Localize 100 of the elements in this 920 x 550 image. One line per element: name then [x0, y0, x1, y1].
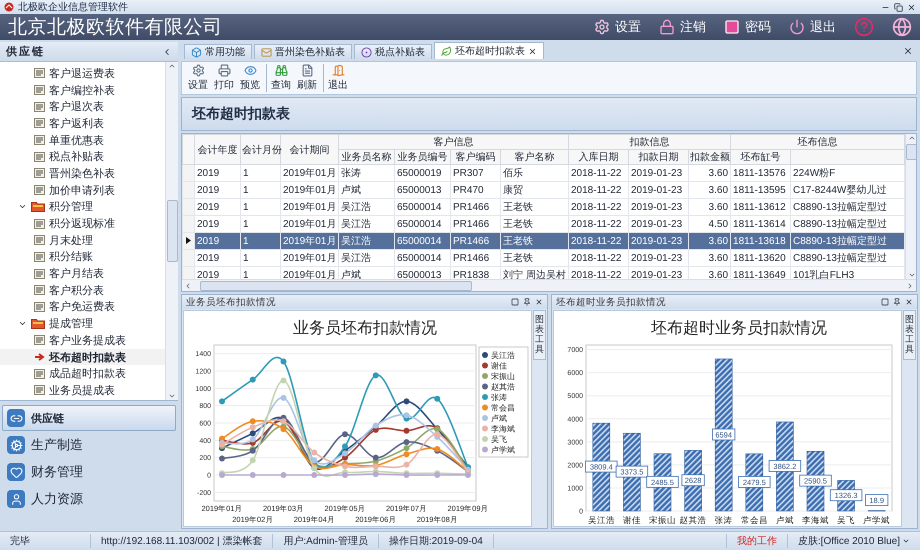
close-icon[interactable] [903, 46, 913, 56]
toolbar-button[interactable]: 设置 [186, 64, 210, 92]
column-header[interactable]: 扣款金额 [688, 150, 731, 164]
tree-item[interactable]: 客户业务提成表 [0, 332, 165, 349]
tree-item[interactable]: 加价申请列表 [0, 182, 165, 198]
close-icon[interactable] [528, 46, 537, 56]
table-cell: 吴江浩 [338, 250, 394, 266]
tree-item[interactable]: 积分返现标准 [0, 215, 165, 232]
data-point [219, 398, 225, 404]
tree-item[interactable]: 晋州染色补表 [0, 165, 165, 182]
data-point [342, 431, 348, 438]
data-point [250, 457, 256, 464]
document-icon [34, 252, 45, 262]
scrollbar[interactable] [165, 62, 178, 400]
tree-item[interactable]: 提成管理 [0, 315, 165, 332]
tab[interactable]: 晋州染色补贴表 [254, 44, 352, 59]
tree-item[interactable]: 月末处理 [0, 232, 165, 249]
row-header[interactable] [182, 232, 194, 250]
tree-item[interactable]: 税点补贴表 [0, 148, 165, 166]
column-header[interactable]: 客户编码 [450, 150, 500, 164]
table-cell: PR307 [450, 164, 500, 182]
column-header[interactable]: 坯布缸号 [730, 150, 791, 164]
logo-icon [4, 2, 14, 12]
door-icon [332, 64, 344, 77]
column-header[interactable]: 会计期间 [280, 134, 338, 164]
table-cell: 2018-11-22 [568, 250, 628, 266]
legend-label: 卢学斌 [491, 446, 515, 454]
nav-button[interactable]: 人力资源 [2, 486, 176, 512]
status-text: http://192.168.11.103/002 | 漂染帐套 [91, 534, 274, 548]
chart-title: 业务员坯布扣款情况 [293, 320, 437, 337]
column-group-header: 坯布信息 [730, 134, 905, 150]
header-button[interactable]: 退出 [771, 18, 836, 36]
restore-icon[interactable] [894, 2, 903, 12]
toolbar-button[interactable]: 刷新 [295, 64, 319, 92]
skin-dropdown[interactable]: 皮肤:[Office 2010 Blue] [786, 534, 920, 548]
table-cell: 2019 [194, 232, 240, 250]
status-link[interactable]: 我的工作 [726, 534, 787, 548]
nav-button[interactable]: 财务管理 [2, 459, 176, 485]
tree-item[interactable]: 客户退运费表 [0, 65, 165, 82]
data-point [404, 462, 410, 468]
tree-item[interactable]: 积分结账 [0, 248, 165, 266]
column-header[interactable]: 业务员名称 [338, 150, 394, 164]
nav-button[interactable]: 供应链 [2, 405, 176, 431]
legend-label: 常会昌 [491, 404, 515, 412]
document-icon [34, 102, 45, 112]
side-tab[interactable]: 图表工具 [903, 310, 916, 360]
tab[interactable]: 常用功能 [184, 44, 252, 59]
column-group-header: 扣款信息 [568, 134, 731, 150]
toolbar-button[interactable]: 查询 [269, 64, 293, 92]
tree-item[interactable]: 客户积分表 [0, 282, 165, 299]
close-icon[interactable] [535, 298, 543, 306]
maximize-icon[interactable] [881, 298, 889, 306]
scrollbar[interactable] [905, 134, 916, 279]
column-header[interactable]: 会计年度 [194, 134, 240, 164]
tab[interactable]: 坯布超时扣款表 [434, 42, 544, 59]
tree-item[interactable]: 坯布超时扣款表 [0, 348, 165, 366]
header-button[interactable]: 注销 [641, 18, 706, 36]
scroll-thumb[interactable] [166, 200, 178, 262]
data-point [404, 398, 410, 404]
tree-item[interactable]: 业务员提成表 [0, 382, 165, 399]
toolbar-button[interactable]: 退出 [326, 64, 350, 92]
tree-item[interactable]: 积分管理 [0, 198, 165, 216]
column-header[interactable]: 扣款日期 [628, 150, 688, 164]
nav-button[interactable]: 生产制造 [2, 432, 176, 458]
tree-item[interactable]: 客户编控补表 [0, 82, 165, 98]
data-point [280, 378, 286, 384]
square-icon [724, 19, 740, 35]
tree-item[interactable]: 单重优惠表 [0, 132, 165, 148]
tree-item[interactable]: 客户月结表 [0, 265, 165, 282]
pin-icon[interactable] [523, 298, 531, 306]
tree-item[interactable]: 客户免运费表 [0, 298, 165, 316]
toolbar-button[interactable]: 打印 [212, 64, 236, 92]
header-button[interactable]: 密码 [706, 18, 771, 36]
column-header[interactable]: 客户名称 [500, 150, 568, 164]
tree-item[interactable]: 客户退次表 [0, 98, 165, 116]
maximize-icon[interactable] [511, 298, 519, 306]
side-tab[interactable]: 图表工具 [533, 310, 546, 360]
link-icon [7, 409, 25, 427]
document-icon [34, 285, 45, 296]
column-header[interactable]: 业务员编号 [394, 150, 450, 164]
table-cell: 65000019 [394, 164, 450, 182]
header-button[interactable]: 设置 [576, 18, 641, 36]
close-icon[interactable] [905, 298, 913, 306]
eye-icon [244, 64, 256, 77]
toolbar-button[interactable]: 预览 [238, 64, 262, 92]
tree-item[interactable]: 成品超时扣款表 [0, 365, 165, 382]
scroll-thumb[interactable] [906, 144, 916, 160]
column-header[interactable]: 入库日期 [568, 150, 628, 164]
pin-icon[interactable] [893, 298, 901, 306]
table-cell: 224W粉F [790, 164, 905, 182]
close-icon[interactable] [907, 2, 916, 12]
scroll-up-icon [908, 134, 916, 142]
table-cell: 1811-13620 [730, 250, 791, 266]
table-cell: C8890-13拉幅定型过 [790, 198, 905, 216]
tree-item[interactable]: 客户返利表 [0, 115, 165, 132]
scrollbar[interactable] [182, 279, 916, 291]
table-cell: 65000014 [394, 232, 450, 250]
column-header[interactable]: 会计月份 [240, 134, 280, 164]
table-cell: 1 [240, 198, 280, 216]
tab[interactable]: 税点补贴表 [354, 44, 432, 59]
